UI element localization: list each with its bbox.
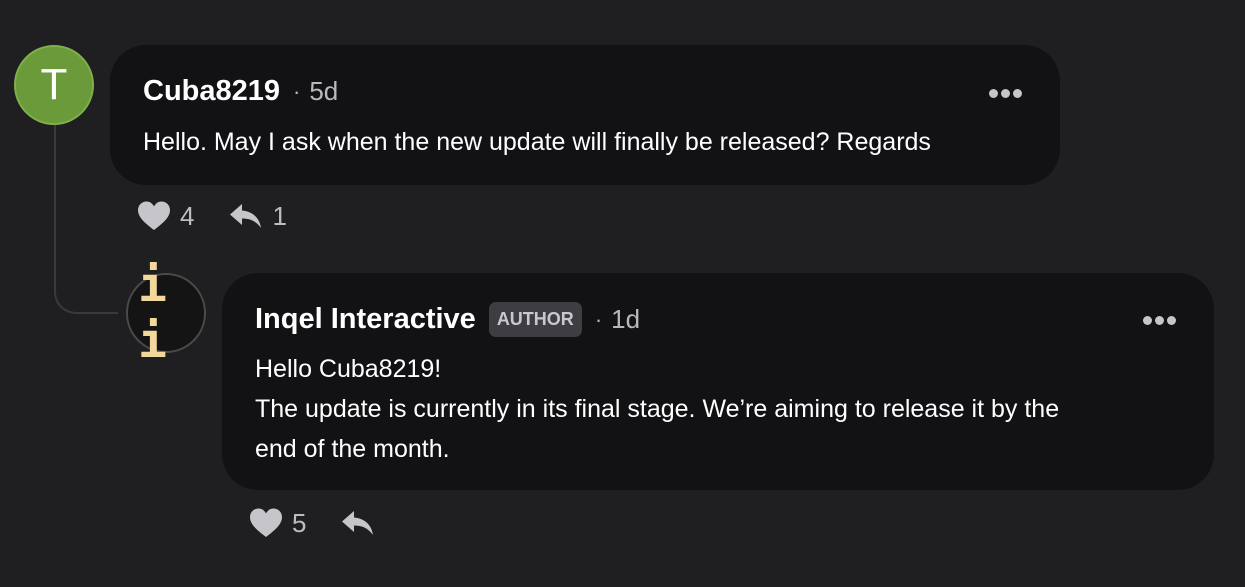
separator-dot: · bbox=[293, 78, 301, 104]
reply-arrow-icon bbox=[230, 204, 262, 228]
comment-text: Hello. May I ask when the new update wil… bbox=[143, 128, 931, 156]
avatar-letter: i i bbox=[138, 257, 177, 369]
thread-connector-line bbox=[54, 124, 118, 314]
avatar[interactable]: i i bbox=[126, 257, 206, 369]
comment-text-line: end of the month. bbox=[255, 435, 450, 463]
like-count: 5 bbox=[292, 507, 307, 538]
comment-text-line: Hello Cuba8219! bbox=[255, 355, 442, 383]
reply-button[interactable]: 1 bbox=[228, 200, 287, 232]
heart-icon bbox=[138, 201, 170, 230]
comment-timestamp[interactable]: 5d bbox=[309, 76, 338, 107]
comment-bubble: Cuba8219 · 5d Hello. May I ask when the … bbox=[110, 45, 1060, 185]
comment-thread: T Cuba8219 · 5d Hello. May I ask when th… bbox=[0, 0, 1245, 587]
author-badge: AUTHOR bbox=[488, 302, 582, 337]
comment-header: Cuba8219 · 5d bbox=[143, 75, 338, 108]
more-options-icon[interactable] bbox=[989, 89, 1022, 98]
reply-arrow-icon bbox=[342, 511, 374, 535]
like-button[interactable]: 5 bbox=[248, 507, 306, 539]
more-options-icon[interactable] bbox=[1143, 316, 1176, 325]
comment-text: Hello Cuba8219! The update is currently … bbox=[255, 349, 1059, 469]
heart-icon bbox=[250, 508, 282, 537]
comment-actions: 5 bbox=[248, 507, 376, 539]
comment-text-line: The update is currently in its final sta… bbox=[255, 395, 1060, 423]
reply-count: 1 bbox=[272, 200, 287, 231]
comment-author[interactable]: Inqel Interactive bbox=[255, 303, 476, 336]
reply-bubble: Inqel Interactive AUTHOR · 1d Hello Cuba… bbox=[222, 273, 1214, 490]
comment-header: Inqel Interactive AUTHOR · 1d bbox=[255, 302, 640, 337]
avatar-letter: T bbox=[40, 60, 68, 109]
comment-timestamp[interactable]: 1d bbox=[611, 304, 640, 335]
comment-author[interactable]: Cuba8219 bbox=[143, 75, 280, 108]
reply-button[interactable] bbox=[340, 508, 376, 538]
separator-dot: · bbox=[594, 306, 603, 332]
avatar[interactable]: T bbox=[14, 45, 94, 125]
comment-actions: 4 1 bbox=[136, 200, 287, 232]
like-count: 4 bbox=[180, 200, 195, 231]
like-button[interactable]: 4 bbox=[136, 200, 194, 232]
